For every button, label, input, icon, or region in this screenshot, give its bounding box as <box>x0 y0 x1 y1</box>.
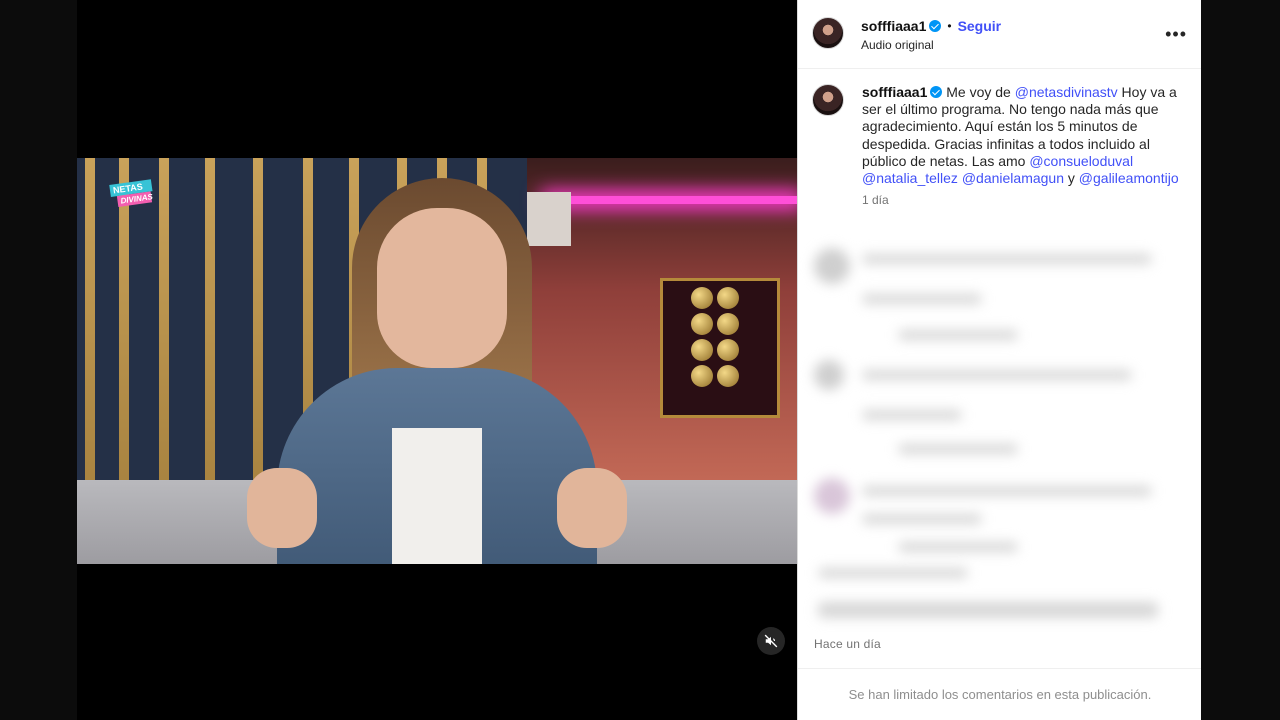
mention-link[interactable]: @natalia_tellez <box>862 170 958 186</box>
mention-link[interactable]: @netasdivinastv <box>1015 84 1118 100</box>
comments-limited-notice: Se han limitado los comentarios en esta … <box>798 668 1202 720</box>
caption: sofffiaaa1 Me voy de @netasdivinastv Hoy… <box>812 84 1188 207</box>
follow-button[interactable]: Seguir <box>958 18 1002 34</box>
gold-cabinet <box>660 278 780 418</box>
video-frame: NETAS DIVINAS <box>77 158 797 564</box>
post-side-panel: sofffiaaa1 • Seguir Audio original ••• s… <box>797 0 1202 720</box>
verified-badge-icon <box>930 86 943 98</box>
caption-time[interactable]: 1 día <box>862 193 1188 207</box>
mention-link[interactable]: @consueloduval <box>1029 153 1133 169</box>
more-options-icon[interactable]: ••• <box>1165 25 1187 43</box>
blurred-comments <box>798 238 1202 628</box>
author-username[interactable]: sofffiaaa1 <box>861 18 926 34</box>
speaker-muted-icon <box>764 634 778 648</box>
verified-badge-icon <box>929 20 942 32</box>
avatar[interactable] <box>812 17 844 49</box>
reel-viewer: NETAS DIVINAS sofffiaaa1 • Seguir Audio … <box>0 0 1280 720</box>
mention-link[interactable]: @danielamagun <box>962 170 1064 186</box>
post-timestamp: Hace un día <box>814 637 881 651</box>
video-player[interactable]: NETAS DIVINAS <box>77 0 797 720</box>
separator-dot: • <box>947 19 952 33</box>
presenter <box>247 178 627 564</box>
mention-link[interactable]: @galileamontijo <box>1079 170 1179 186</box>
caption-text: sofffiaaa1 Me voy de @netasdivinastv Hoy… <box>862 84 1179 187</box>
caption-avatar[interactable] <box>812 84 844 116</box>
show-logo: NETAS DIVINAS <box>109 179 154 213</box>
audio-label[interactable]: Audio original <box>861 38 934 52</box>
mute-button[interactable] <box>757 627 785 655</box>
post-header: sofffiaaa1 • Seguir Audio original ••• <box>798 0 1201 69</box>
caption-username[interactable]: sofffiaaa1 <box>862 84 927 100</box>
